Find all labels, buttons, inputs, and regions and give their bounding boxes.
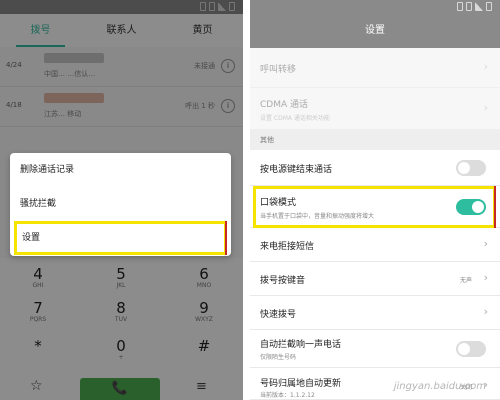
toggle-switch-off[interactable] [456, 341, 486, 357]
watermark: jingyan.baidu.com [393, 381, 486, 392]
setting-desc: 仅限陌生号码 [260, 354, 297, 361]
status-bar [250, 0, 500, 14]
section-header: 其他 [250, 130, 500, 150]
setting-reject-sms[interactable]: 来电拒接短信 › [250, 228, 500, 262]
setting-dial-tone[interactable]: 拨号按键音 无声 › [250, 262, 500, 296]
setting-label: 拨号按键音 [260, 276, 306, 286]
chevron-right-icon: › [483, 271, 488, 284]
settings-screen: 设置 呼叫转移 › CDMA 通话 设置 CDMA 通话相关功能 › 其他 按电… [250, 0, 500, 400]
setting-desc: 设置 CDMA 通话相关功能 [260, 115, 330, 122]
setting-label: 呼叫转移 [260, 65, 297, 75]
setting-desc: 当前版本：1.1.2.12 [260, 392, 315, 399]
bluetooth-icon [457, 2, 463, 11]
menu-item-harassment-block[interactable]: 骚扰拦截 [10, 187, 231, 221]
context-menu: 删除通话记录 骚扰拦截 设置 [10, 153, 231, 256]
status-icons [457, 2, 492, 11]
setting-cdma[interactable]: CDMA 通话 设置 CDMA 通话相关功能 › [250, 88, 500, 130]
chevron-right-icon: › [483, 101, 488, 114]
setting-block-ring-once[interactable]: 自动拦截响一声电话 仅限陌生号码 [250, 330, 500, 368]
setting-label: 自动拦截响一声电话 [260, 340, 342, 350]
setting-label: 按电源键结束通话 [260, 165, 333, 175]
battery-icon [486, 2, 492, 11]
toggle-switch-off[interactable] [456, 160, 486, 176]
setting-power-end-call[interactable]: 按电源键结束通话 [250, 150, 500, 186]
vibrate-icon [466, 2, 472, 11]
chevron-right-icon: › [483, 237, 488, 250]
setting-label: 号码归属地自动更新 [260, 379, 342, 389]
toggle-knob [458, 162, 470, 174]
setting-speed-dial[interactable]: 快速拨号 › [250, 296, 500, 330]
setting-value: 无声 [459, 277, 472, 284]
menu-item-settings[interactable]: 设置 [14, 221, 227, 255]
chevron-right-icon: › [483, 60, 488, 73]
setting-call-forward[interactable]: 呼叫转移 › [250, 48, 500, 88]
page-title: 设置 [250, 14, 500, 48]
highlight-box [253, 186, 496, 228]
chevron-right-icon: › [483, 305, 488, 318]
signal-icon [475, 2, 483, 11]
menu-item-delete-log[interactable]: 删除通话记录 [10, 153, 231, 187]
setting-label: 快速拨号 [260, 310, 297, 320]
setting-label: 来电拒接短信 [260, 242, 315, 252]
dialer-screen: 拨号 联系人 黄页 4/24 中国… …信认… 未接通 i 4/18 江苏… 移… [0, 0, 243, 400]
toggle-knob [458, 343, 470, 355]
setting-label: CDMA 通话 [260, 100, 308, 110]
